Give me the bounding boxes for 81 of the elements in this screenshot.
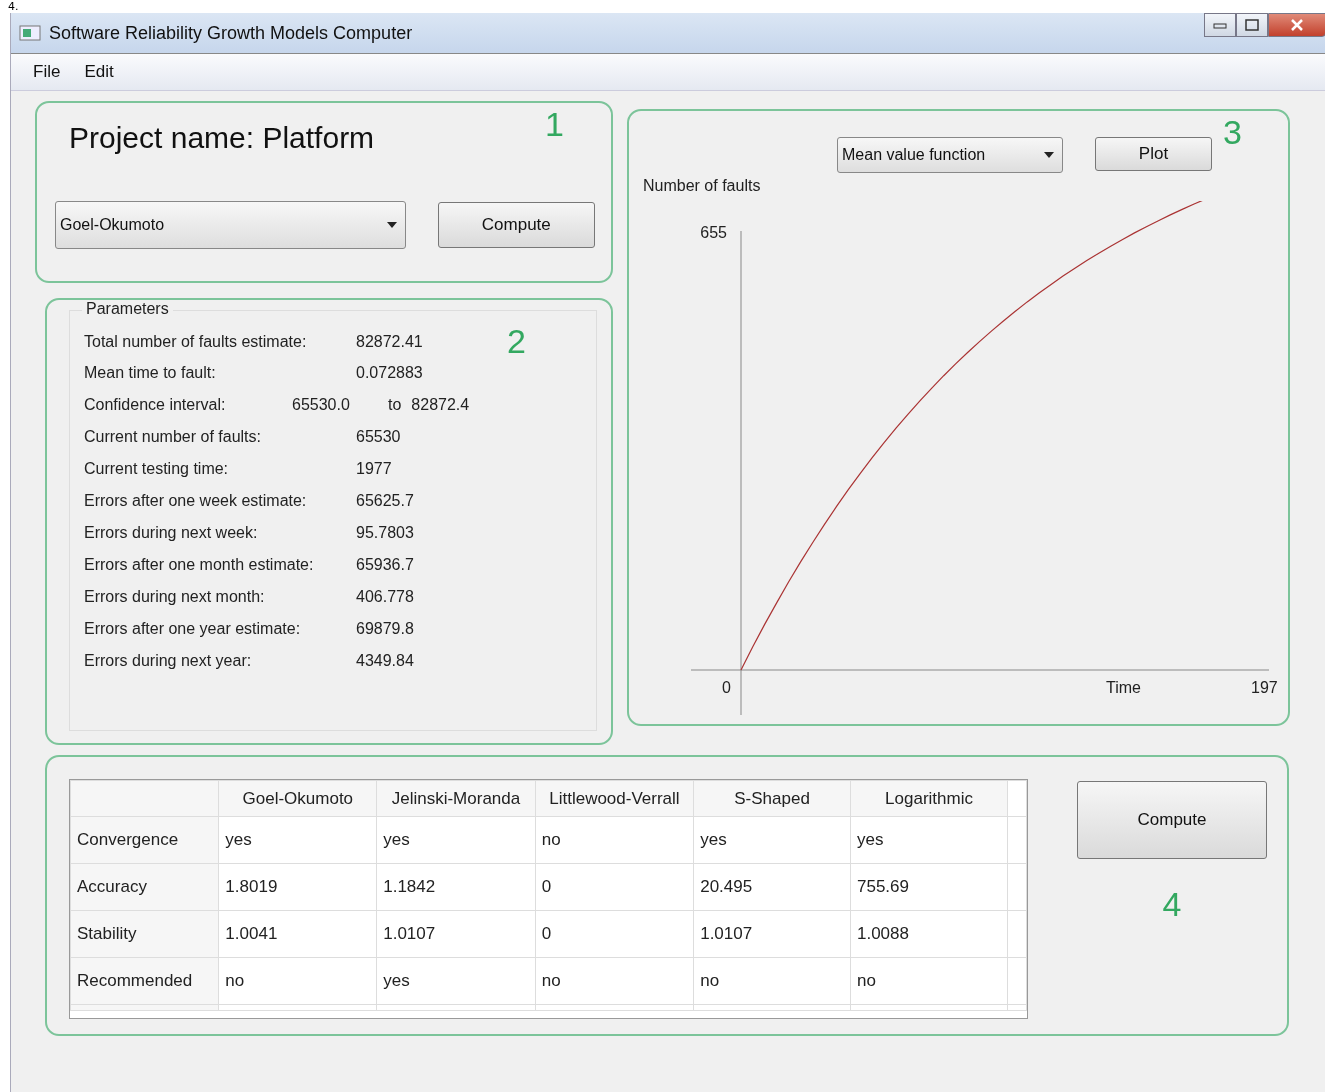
parameter-label: Mean time to fault: [84, 364, 217, 382]
table-cell: 1.0107 [376, 910, 536, 958]
axis-tick-label: 655 [700, 224, 727, 241]
compute-button[interactable]: Compute [1077, 781, 1267, 859]
dropdown-arrow-icon [386, 222, 397, 228]
close-button[interactable] [1268, 13, 1325, 37]
table-cell: yes [376, 816, 536, 864]
parameter-label: Errors after one year estimate: [84, 620, 302, 638]
table-cell: yes [693, 816, 851, 864]
table-cell: 1.0088 [850, 910, 1008, 958]
window-icon [19, 25, 41, 41]
table-cell: 0 [535, 910, 694, 958]
table-cell: no [535, 957, 694, 1005]
parameter-value: 406.778 [356, 588, 414, 606]
project-title: Project name: Platform [69, 121, 375, 155]
compute-button[interactable]: Compute [437, 202, 595, 248]
function-dropdown[interactable]: Mean value function [837, 137, 1063, 173]
parameter-label: Errors during next year: [84, 652, 253, 670]
menu-item[interactable]: Edit [84, 62, 114, 82]
row-header: Recommended [70, 957, 219, 1005]
parameter-label: Current number of faults: [84, 428, 262, 446]
plot-button[interactable]: Plot [1095, 137, 1212, 171]
axis-tick-label: 0 [722, 679, 731, 696]
panel-number: 4 [1162, 885, 1182, 924]
table-cell: no [535, 816, 694, 864]
table-cell: 20.495 [693, 863, 851, 911]
window-title: Software Reliability Growth Models Computer [49, 22, 413, 44]
parameter-value: 0.072883 [356, 364, 423, 382]
table-cell: yes [218, 816, 377, 864]
parameter-value: 65530.0 [292, 396, 351, 414]
parameter-value: 1977 [356, 460, 392, 478]
dropdown-arrow-icon [1044, 152, 1054, 158]
figure-caption: 4. [8, 0, 19, 13]
close-icon [1290, 19, 1304, 31]
parameter-value: 4349.84 [356, 652, 414, 670]
table-cell: yes [850, 816, 1008, 864]
table-cell: yes [376, 957, 536, 1005]
minimize-icon [1213, 21, 1227, 29]
table-cell: 1.1842 [376, 863, 536, 911]
table-cell: 1.0107 [693, 910, 851, 958]
axis-title: Number of faults [643, 177, 762, 195]
range-separator: to [388, 396, 402, 414]
parameter-label: Current testing time: [84, 460, 230, 478]
table-cell: no [693, 957, 851, 1005]
parameter-value: 95.7803 [356, 524, 414, 542]
parameter-label: Confidence interval: [84, 396, 227, 414]
panel-number: 1 [545, 105, 564, 144]
parameter-value: 65530 [356, 428, 401, 446]
panel-number: 2 [507, 322, 526, 361]
table-cell: 755.69 [850, 863, 1008, 911]
table-cell: 1.8019 [218, 863, 377, 911]
table-cell: 0 [535, 863, 694, 911]
row-header: Accuracy [70, 863, 219, 911]
parameter-value: 82872.4 [411, 396, 470, 414]
table-cell: no [850, 957, 1008, 1005]
model-dropdown[interactable]: Goel-Okumoto [55, 201, 406, 249]
parameter-label: Errors after one week estimate: [84, 492, 308, 510]
column-header: Logarithmic [850, 780, 1008, 817]
parameter-value: 65936.7 [356, 556, 414, 574]
row-header: Stability [70, 910, 219, 958]
parameter-label: Total number of faults estimate: [84, 333, 308, 351]
parameter-value: 69879.8 [356, 620, 414, 638]
parameter-value: 65625.7 [356, 492, 414, 510]
axis-tick-label: 197 [1251, 679, 1278, 696]
panel-number: 3 [1223, 113, 1242, 152]
menu-item[interactable]: File [33, 62, 61, 82]
parameter-value: 82872.41 [356, 333, 423, 351]
parameter-label: Errors during next week: [84, 524, 259, 542]
row-header: Convergence [70, 816, 219, 864]
column-header: S-Shaped [693, 780, 851, 817]
column-header: Jelinski-Moranda [376, 780, 536, 817]
parameter-label: Errors during next month: [84, 588, 266, 606]
maximize-button[interactable] [1236, 13, 1268, 37]
table-cell: 1.0041 [218, 910, 377, 958]
table-cell: no [218, 957, 377, 1005]
maximize-icon [1245, 19, 1259, 31]
column-header: Goel-Okumoto [218, 780, 377, 817]
parameter-label: Errors after one month estimate: [84, 556, 315, 574]
minimize-button[interactable] [1204, 13, 1236, 37]
axis-title: Time [1106, 679, 1141, 696]
column-header: Littlewood-Verrall [535, 780, 694, 817]
